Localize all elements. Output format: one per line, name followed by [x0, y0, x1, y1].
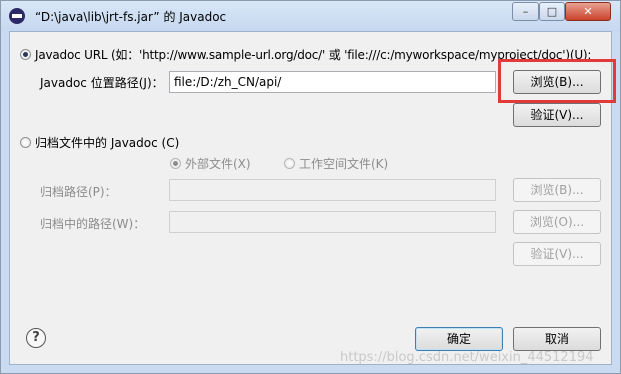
- maximize-button[interactable]: □: [539, 2, 565, 21]
- dialog-content: Javadoc URL (如：'http://www.sample-url.or…: [9, 31, 616, 365]
- close-button[interactable]: ✕: [565, 2, 611, 21]
- dialog-window: “D:\java\lib\jrt-fs.jar” 的 Javadoc – □ ✕…: [0, 0, 621, 374]
- red-highlight-box: [498, 59, 616, 103]
- watermark-text: https://blog.csdn.net/weixin_44512194: [340, 350, 594, 365]
- workspace-file-radio[interactable]: [284, 158, 295, 169]
- archive-path-label: 归档路径(P)：: [40, 185, 117, 199]
- path-in-archive-label: 归档中的路径(W)：: [40, 217, 146, 231]
- ok-button[interactable]: 确定: [415, 327, 503, 351]
- eclipse-icon: [9, 8, 25, 24]
- workspace-file-label[interactable]: 工作空间文件(K): [299, 155, 388, 172]
- window-title: “D:\java\lib\jrt-fs.jar” 的 Javadoc: [35, 10, 227, 24]
- javadoc-location-input[interactable]: file:/D:/zh_CN/api/: [169, 71, 496, 93]
- help-icon[interactable]: ?: [26, 328, 46, 348]
- browse-path-button[interactable]: 浏览(O)...: [513, 210, 601, 234]
- validate-archive-button[interactable]: 验证(V)...: [513, 242, 601, 266]
- title-bar[interactable]: “D:\java\lib\jrt-fs.jar” 的 Javadoc – □ ✕: [1, 1, 620, 31]
- browse-archive-button[interactable]: 浏览(B)...: [513, 178, 601, 202]
- cancel-button[interactable]: 取消: [513, 327, 601, 351]
- archive-path-input[interactable]: [169, 179, 496, 201]
- javadoc-url-radio[interactable]: [20, 49, 31, 60]
- external-file-radio[interactable]: [170, 158, 181, 169]
- minimize-button[interactable]: –: [512, 2, 539, 21]
- archive-javadoc-radio[interactable]: [20, 137, 31, 148]
- validate-url-button[interactable]: 验证(V)...: [513, 103, 601, 127]
- external-file-label[interactable]: 外部文件(X): [185, 155, 251, 172]
- path-in-archive-input[interactable]: [169, 211, 496, 233]
- javadoc-location-label: Javadoc 位置路径(J)：: [40, 76, 164, 90]
- archive-javadoc-radio-label[interactable]: 归档文件中的 Javadoc (C): [35, 134, 179, 151]
